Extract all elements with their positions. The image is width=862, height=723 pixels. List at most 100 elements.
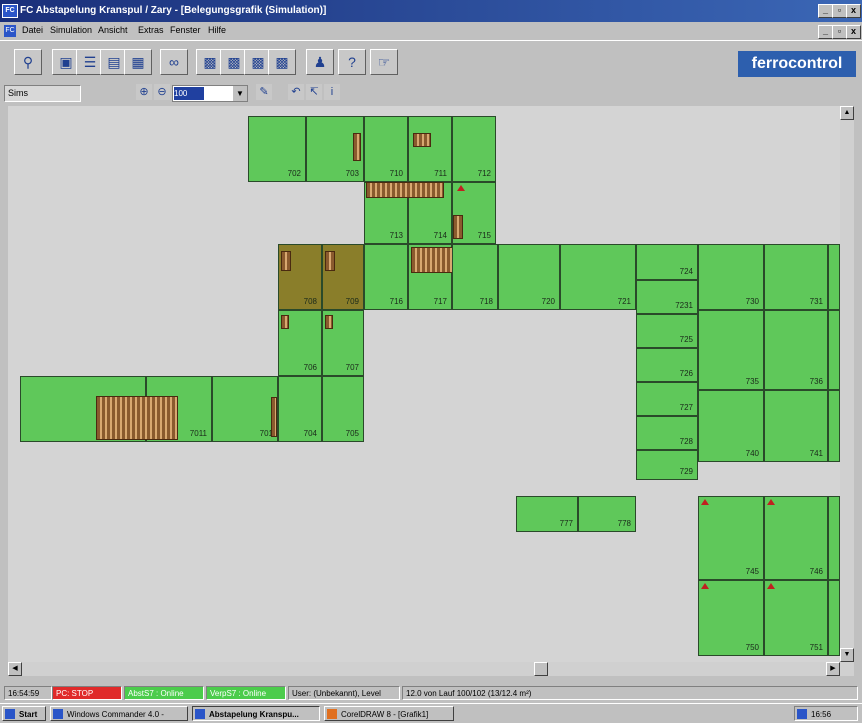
cell-edge-4[interactable] — [828, 496, 840, 580]
cell-edge-3[interactable] — [828, 390, 840, 462]
grid-icon-4[interactable]: ▩ — [268, 49, 296, 75]
cell-edge-5[interactable] — [828, 580, 840, 656]
cell-741[interactable]: 741 — [764, 390, 828, 462]
cell-721[interactable]: 721 — [560, 244, 636, 310]
zoom-out-icon[interactable]: ⊖ — [154, 84, 170, 100]
cell-726[interactable]: 726 — [636, 348, 698, 382]
glasses-icon[interactable]: ∞ — [160, 49, 188, 75]
doc-close-button[interactable]: x — [846, 25, 861, 39]
start-button[interactable]: Start — [2, 706, 46, 721]
warning-icon — [767, 583, 775, 589]
undo-icon[interactable]: ↶ — [288, 84, 304, 100]
cell-715[interactable]: 715 — [452, 182, 496, 244]
horizontal-scrollbar[interactable]: ◀ ▶ — [8, 662, 854, 676]
menu-hilfe[interactable]: Hilfe — [208, 25, 226, 35]
pen-icon[interactable]: ✎ — [256, 84, 272, 100]
cell-edge-1[interactable] — [828, 244, 840, 310]
warning-icon — [701, 583, 709, 589]
cell-705[interactable]: 705 — [322, 376, 364, 442]
status-abst: AbstS7 : Online — [124, 686, 204, 700]
scroll-up-icon[interactable]: ▲ — [840, 106, 854, 120]
cell-709[interactable]: 709 — [322, 244, 364, 310]
cell-745[interactable]: 745 — [698, 496, 764, 580]
help-icon[interactable]: ? — [338, 49, 366, 75]
document-icon[interactable]: FC — [4, 25, 16, 37]
cell-778[interactable]: 778 — [578, 496, 636, 532]
close-button[interactable]: x — [846, 4, 861, 18]
cell-736[interactable]: 736 — [764, 310, 828, 390]
cell-746[interactable]: 746 — [764, 496, 828, 580]
cell-703[interactable]: 703 — [306, 116, 364, 182]
layout-canvas[interactable]: 702 703 710 711 712 713 714 715 708 709 … — [8, 106, 840, 662]
search-icon[interactable]: ⚲ — [14, 49, 42, 75]
cell-702[interactable]: 702 — [248, 116, 306, 182]
cell-706[interactable]: 706 — [278, 310, 322, 376]
zoom-value: 100 — [174, 87, 204, 100]
minimize-button[interactable]: _ — [818, 4, 833, 18]
cell-740[interactable]: 740 — [698, 390, 764, 462]
menu-ansicht[interactable]: Ansicht — [98, 25, 128, 35]
cell-708[interactable]: 708 — [278, 244, 322, 310]
cell-711[interactable]: 711 — [408, 116, 452, 182]
coil-stack — [281, 251, 291, 271]
doc-maximize-button[interactable]: ▫ — [832, 25, 847, 39]
coil-stack — [281, 315, 289, 329]
cell-718[interactable]: 718 — [452, 244, 498, 310]
app-icon — [53, 709, 63, 719]
task-coreldraw[interactable]: CorelDRAW 8 - [Grafik1] — [324, 706, 454, 721]
cell-730[interactable]: 730 — [698, 244, 764, 310]
cell-7231[interactable]: 7231 — [636, 280, 698, 314]
menu-bar: FC Datei Simulation Ansicht Extras Fenst… — [0, 22, 862, 40]
coil-stack — [325, 315, 333, 329]
person-icon[interactable]: ♟ — [306, 49, 334, 75]
exit-icon[interactable]: ☞ — [370, 49, 398, 75]
cell-710[interactable]: 710 — [364, 116, 408, 182]
vertical-scrollbar[interactable]: ▲ ▼ — [840, 106, 854, 662]
cell-720[interactable]: 720 — [498, 244, 560, 310]
app-icon — [195, 709, 205, 719]
taskbar: Start Windows Commander 4.0 - Abstapelun… — [0, 703, 862, 723]
cell-701[interactable]: 701 — [212, 376, 278, 442]
menu-fenster[interactable]: Fenster — [170, 25, 201, 35]
cell-712[interactable]: 712 — [452, 116, 496, 182]
menu-extras[interactable]: Extras — [138, 25, 164, 35]
cell-717[interactable]: 717 — [408, 244, 457, 310]
scroll-left-icon[interactable]: ◀ — [8, 662, 22, 676]
cell-724[interactable]: 724 — [636, 244, 698, 280]
cell-729[interactable]: 729 — [636, 450, 698, 480]
view-icon[interactable]: ▦ — [124, 49, 152, 75]
scroll-right-icon[interactable]: ▶ — [826, 662, 840, 676]
maximize-button[interactable]: ▫ — [832, 4, 847, 18]
scroll-thumb[interactable] — [534, 662, 548, 676]
cell-725[interactable]: 725 — [636, 314, 698, 348]
doc-minimize-button[interactable]: _ — [818, 25, 833, 39]
zoom-select[interactable]: 100 ▼ — [172, 85, 248, 102]
cell-751[interactable]: 751 — [764, 580, 828, 656]
cell-731[interactable]: 731 — [764, 244, 828, 310]
path-icon[interactable]: ↸ — [306, 84, 322, 100]
cell-728[interactable]: 728 — [636, 416, 698, 450]
status-time: 16:54:59 — [4, 686, 52, 700]
cell-727[interactable]: 727 — [636, 382, 698, 416]
scroll-down-icon[interactable]: ▼ — [840, 648, 854, 662]
main-toolbar: ⚲ ▣ ☰ ▤ ▦ ∞ ▩ ▩ ▩ ▩ ♟ ? ☞ ferrocontrol — [0, 40, 862, 83]
status-user: User: (Unbekannt), Level — [288, 686, 400, 700]
cell-735[interactable]: 735 — [698, 310, 764, 390]
coil-stack — [366, 182, 444, 198]
cell-750[interactable]: 750 — [698, 580, 764, 656]
zoom-in-icon[interactable]: ⊕ — [136, 84, 152, 100]
task-windows-commander[interactable]: Windows Commander 4.0 - — [50, 706, 188, 721]
cell-716[interactable]: 716 — [364, 244, 408, 310]
chevron-down-icon[interactable]: ▼ — [233, 86, 247, 101]
coil-stack — [453, 215, 463, 239]
cell-777[interactable]: 777 — [516, 496, 578, 532]
tray-icon — [797, 709, 807, 719]
menu-datei[interactable]: Datei — [22, 25, 43, 35]
view-name-field[interactable]: Sims — [4, 85, 81, 102]
cell-edge-2[interactable] — [828, 310, 840, 390]
cell-704[interactable]: 704 — [278, 376, 322, 442]
menu-simulation[interactable]: Simulation — [50, 25, 92, 35]
task-abstapelung[interactable]: Abstapelung Kranspu... — [192, 706, 320, 721]
cell-707[interactable]: 707 — [322, 310, 364, 376]
info-icon[interactable]: i — [324, 84, 340, 100]
